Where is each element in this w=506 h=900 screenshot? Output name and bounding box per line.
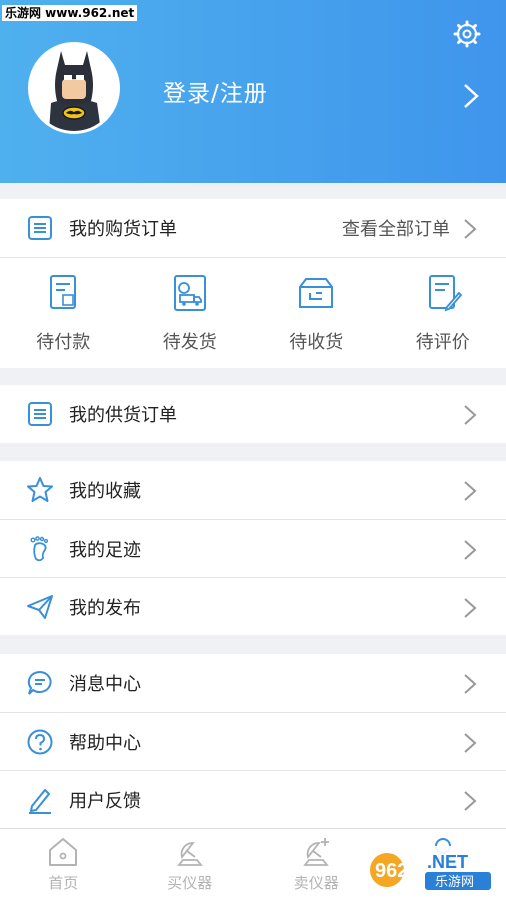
receive-icon [299,278,334,308]
review-icon [428,275,462,312]
menu-item-label: 用户反馈 [69,790,141,812]
ship-icon [173,275,206,311]
chevron-right-icon [464,219,477,239]
menu-item-help[interactable]: 帮助中心 [0,712,506,770]
purchase-orders-section: 我的购货订单 查看全部订单 待付款 待发货 待收货 待评价 [0,199,506,368]
help-icon [27,729,53,755]
send-icon [27,595,53,619]
chevron-right-icon [464,481,477,501]
menu-item-messages[interactable]: 消息中心 [0,654,506,712]
footprint-icon [30,536,49,562]
status-pending-shipment[interactable]: 待发货 [127,258,254,368]
menu-item-label: 我的发布 [69,597,141,619]
chevron-right-icon [464,540,477,560]
menu-group-support: 消息中心 帮助中心 用户反馈 [0,654,506,828]
purchase-orders-row[interactable]: 我的购货订单 查看全部订单 [0,199,506,257]
supply-orders-row[interactable]: 我的供货订单 [0,385,506,443]
tab-buy-instrument[interactable]: 买仪器 [127,829,254,900]
message-icon [27,670,52,695]
pay-icon [50,275,77,309]
menu-item-footprints[interactable]: 我的足迹 [0,519,506,577]
login-register-link[interactable]: 登录/注册 [163,74,268,108]
status-label: 待评价 [415,332,470,353]
order-list-icon [28,402,52,426]
chevron-right-icon [464,733,477,753]
menu-item-label: 消息中心 [69,674,141,695]
site-watermark-logo: 962 .NET 乐游网 [369,846,499,894]
supply-orders-label: 我的供货订单 [69,405,177,426]
tab-label: 买仪器 [167,874,213,892]
status-label: 待收货 [289,332,344,353]
purchase-orders-label: 我的购货订单 [69,219,177,240]
buy-instrument-icon [176,842,203,866]
watermark-text: 乐游网 www.962.net [2,5,138,21]
tab-sell-instrument[interactable]: 卖仪器 [253,829,380,900]
menu-item-feedback[interactable]: 用户反馈 [0,770,506,828]
tab-label: 卖仪器 [293,874,339,892]
logo-text: 乐游网 [435,875,474,890]
avatar-batman-image [31,45,117,131]
view-all-orders-link[interactable]: 查看全部订单 [342,215,450,241]
edit-icon [29,789,51,814]
sell-instrument-icon [303,838,330,866]
settings-gear-icon[interactable] [453,20,481,48]
menu-group-activity: 我的收藏 我的足迹 我的发布 [0,461,506,635]
profile-header: 乐游网 www.962.net 登录/注册 [0,0,506,183]
menu-item-favorites[interactable]: 我的收藏 [0,461,506,519]
status-label: 待付款 [36,332,91,353]
tab-home[interactable]: 首页 [0,829,127,900]
avatar[interactable] [28,42,120,134]
logo-number: 962 [375,860,408,882]
menu-item-label: 我的收藏 [69,481,141,502]
status-pending-receipt[interactable]: 待收货 [253,258,380,368]
status-pending-payment[interactable]: 待付款 [0,258,127,368]
chevron-right-icon [464,791,477,811]
order-status-grid: 待付款 待发货 待收货 待评价 [0,257,506,368]
status-pending-review[interactable]: 待评价 [380,258,506,368]
chevron-right-icon [464,598,477,618]
menu-item-label: 我的足迹 [69,539,141,561]
chevron-right-icon [464,674,477,694]
supply-orders-section: 我的供货订单 [0,385,506,443]
logo-suffix: .NET [427,852,468,872]
home-icon [49,838,78,866]
menu-item-label: 帮助中心 [69,732,141,754]
status-label: 待发货 [162,332,217,353]
order-list-icon [28,216,52,240]
star-icon [27,477,53,502]
chevron-right-icon[interactable] [460,82,482,110]
tab-label: 首页 [48,874,79,892]
chevron-right-icon [464,405,477,425]
menu-item-publish[interactable]: 我的发布 [0,577,506,635]
